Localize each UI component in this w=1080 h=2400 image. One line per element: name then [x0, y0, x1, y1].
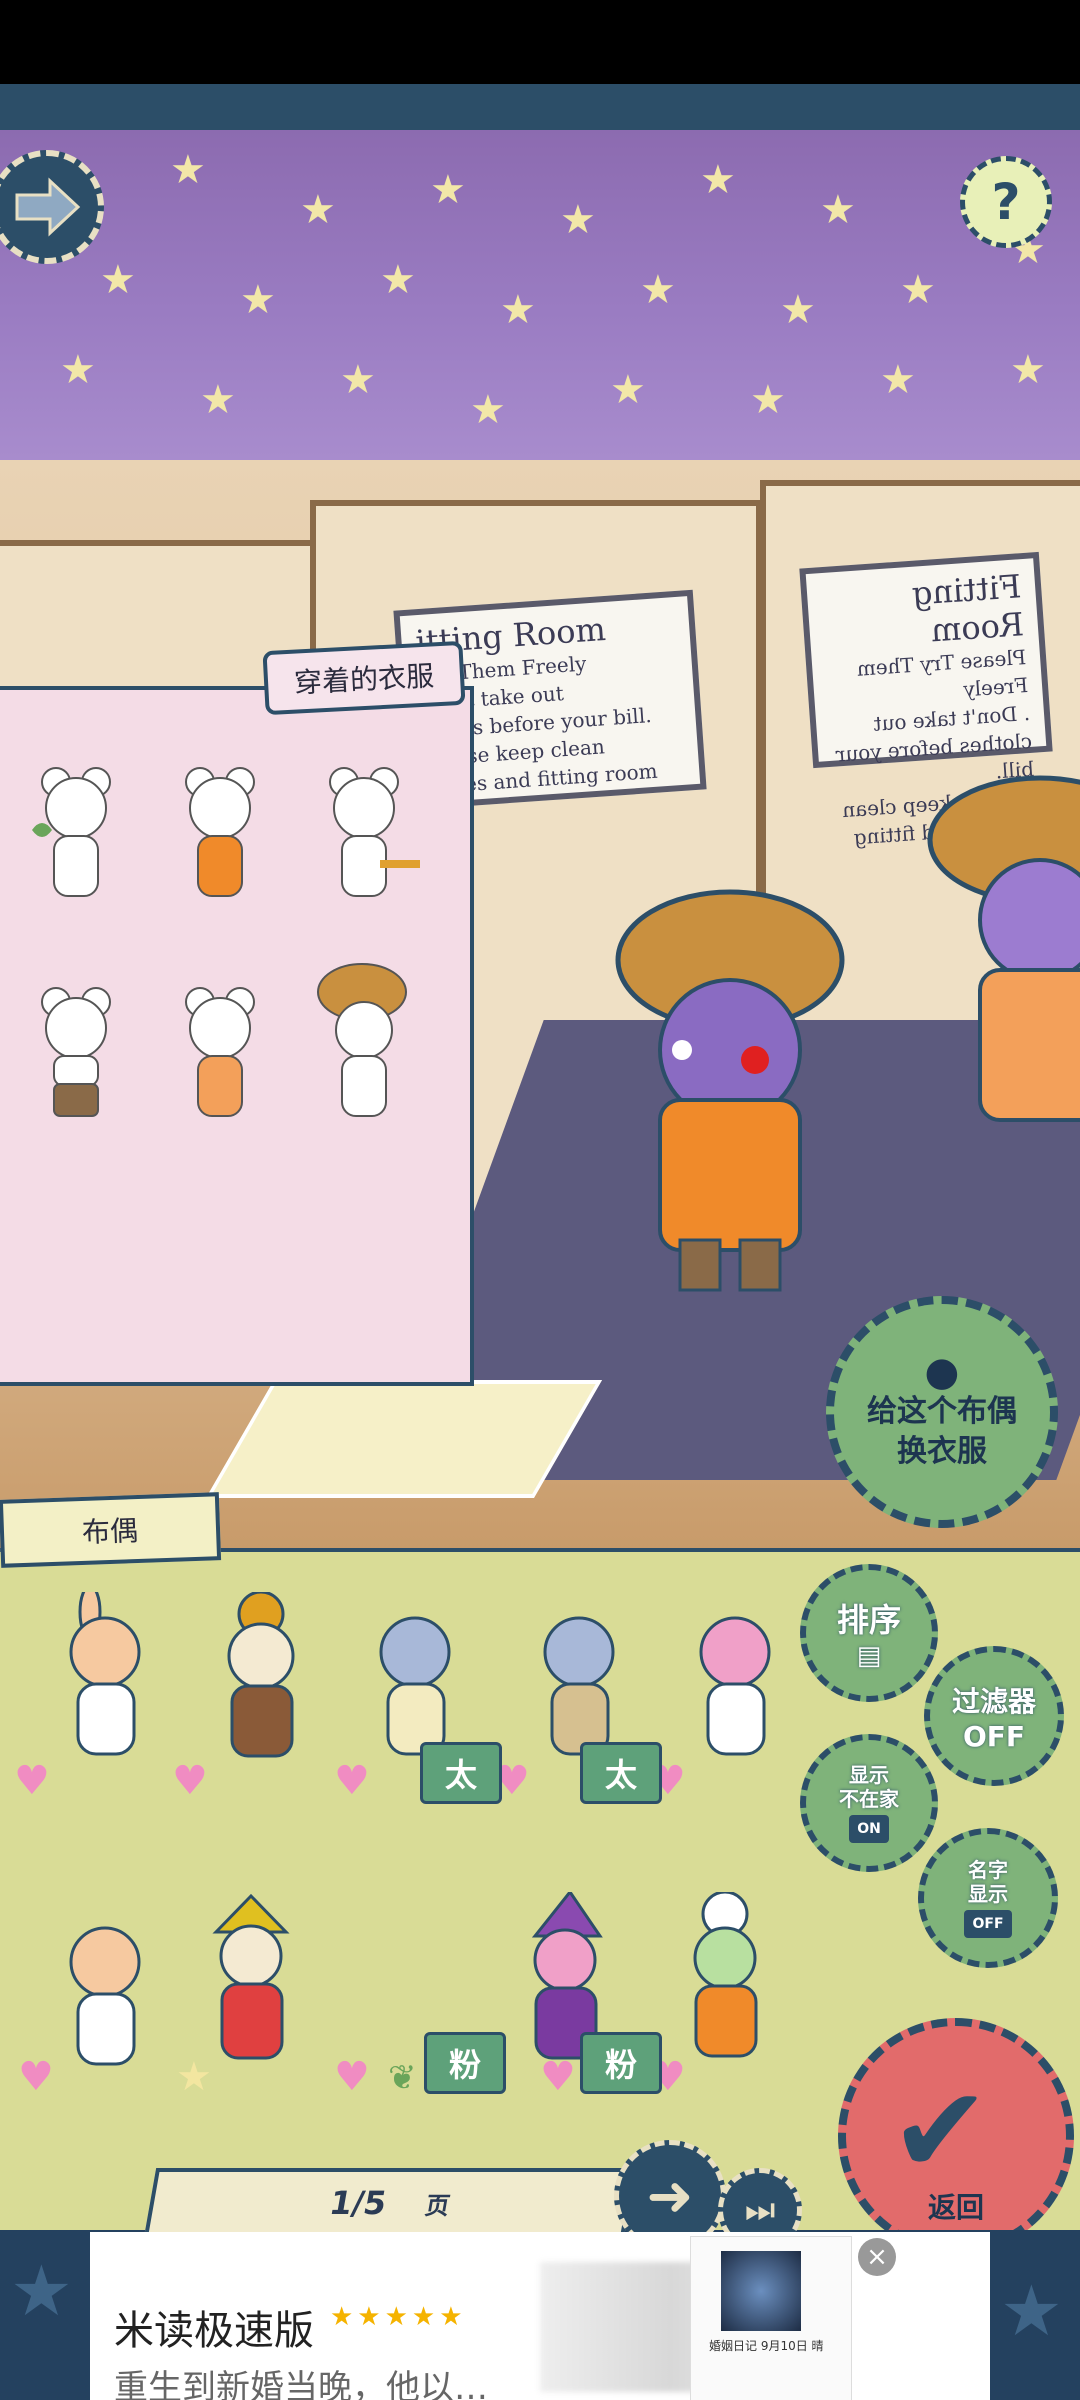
top-border [0, 84, 1080, 134]
sort-icon: ▤ [856, 1641, 882, 1671]
heart-icon: ♥ [172, 1758, 208, 1804]
selected-doll-character [615, 889, 845, 1292]
ad-book-title: 婚姻日记 9月10日 晴 [709, 2339, 824, 2353]
bear-head-icon: ● [924, 1349, 960, 1395]
pagination-bar: 1/5 页 [143, 2168, 637, 2238]
clothing-item-pants[interactable] [26, 980, 122, 1130]
bear-mannequin-icon [185, 987, 255, 1117]
change-clothes-label-line1: 给这个布偶 [867, 1394, 1017, 1429]
ad-close-button[interactable]: × [858, 2238, 896, 2276]
fast-forward-icon: ⏭ [744, 2190, 776, 2230]
doll-fox[interactable] [40, 1902, 170, 2102]
heart-icon: ♥ [334, 2054, 370, 2100]
clothing-item-leaf[interactable] [26, 760, 122, 910]
clothing-item-hat[interactable] [314, 960, 410, 1117]
star-decoration: ★ [380, 257, 416, 303]
mirror-reflection-doll [927, 775, 1080, 1122]
checkmark-icon: ✔ [890, 2062, 991, 2201]
floor-mat [205, 1380, 603, 1498]
close-icon: × [866, 2242, 888, 2272]
filter-button[interactable]: 过滤器 OFF [924, 1646, 1064, 1786]
doll-bunny[interactable] [40, 1592, 170, 1792]
worn-clothes-panel [0, 686, 474, 1386]
heart-icon: ♥ [14, 1758, 50, 1804]
doll-pink-bear[interactable] [670, 1592, 800, 1792]
help-button[interactable]: ? [960, 156, 1052, 248]
ad-book-cover: 婚姻日记 9月10日 晴 [690, 2236, 852, 2400]
star-decoration: ★ [200, 377, 236, 423]
star-decoration: ★ [240, 277, 276, 323]
star-decoration: ★ [560, 197, 596, 243]
arrow-right-icon [15, 177, 81, 237]
doll-sunflower[interactable] [196, 1592, 326, 1792]
star-decoration: ★ [780, 287, 816, 333]
change-clothes-label-line2: 换衣服 [897, 1434, 987, 1469]
bear-mannequin-icon [32, 767, 111, 897]
star-decoration: ★ [820, 187, 856, 233]
star-decoration: ★ [900, 267, 936, 313]
star-decoration: ★ [500, 287, 536, 333]
ring-image [721, 2251, 801, 2331]
leaf-icon: ❦ [388, 2058, 417, 2098]
star-decoration: ★ [700, 157, 736, 203]
page-unit: 页 [423, 2191, 453, 2220]
confirm-return-button[interactable]: ✔ 返回 [838, 2018, 1074, 2254]
worn-clothes-tab: 穿着的衣服 [262, 640, 466, 716]
star-decoration: ★ [610, 367, 646, 413]
star-decoration: ★ [100, 257, 136, 303]
show-absent-label: 显示 不在家 [839, 1763, 899, 1811]
star-decoration: ★ [880, 357, 916, 403]
clothing-item-shirt[interactable] [170, 980, 266, 1130]
star-decoration: ★ [1010, 347, 1046, 393]
sort-label: 排序 [836, 1601, 901, 1639]
help-icon: ? [991, 173, 1021, 231]
star-decoration: ★ [10, 2250, 73, 2332]
star-decoration: ★ [750, 377, 786, 423]
clothing-item-tail[interactable] [314, 760, 420, 910]
ad-banner[interactable]: 米读极速版 ★★★★★ 重生到新婚当晚，他以… 婚姻日记 9月10日 晴 [90, 2232, 990, 2400]
ad-subtitle: 重生到新婚当晚，他以… [114, 2368, 488, 2400]
bear-mannequin-icon [185, 767, 255, 897]
status-bar [0, 0, 1080, 84]
show-name-toggle[interactable]: 名字 显示 OFF [918, 1828, 1058, 1968]
clothing-item-orange-vest[interactable] [170, 760, 266, 910]
bear-mannequin-icon [41, 987, 111, 1117]
ad-title: 米读极速版 [114, 2308, 314, 2354]
change-clothes-button[interactable]: ● 给这个布偶 换衣服 [826, 1296, 1058, 1528]
page-indicator: 1/5 [326, 2184, 390, 2222]
star-decoration: ★ [430, 167, 466, 213]
show-name-state: OFF [964, 1910, 1012, 1938]
star-decoration: ★ [470, 387, 506, 433]
heart-icon: ♥ [334, 1758, 370, 1804]
house-tag: 太 [420, 1742, 502, 1804]
sign-right-line1: Fitting Room [910, 567, 1026, 650]
filter-label: 过滤器 [951, 1684, 1036, 1718]
ad-rating-stars: ★★★★★ [330, 2302, 467, 2332]
star-decoration: ★ [340, 357, 376, 403]
heart-icon: ♥ [540, 2054, 576, 2100]
star-decoration: ★ [300, 187, 336, 233]
heart-icon: ♥ [18, 2054, 54, 2100]
show-absent-toggle[interactable]: 显示 不在家 ON [800, 1734, 938, 1872]
bear-mannequin-icon [317, 963, 407, 1117]
star-decoration: ★ [170, 147, 206, 193]
show-absent-state: ON [849, 1815, 889, 1843]
bear-mannequin-icon [329, 767, 420, 897]
house-tag: 粉 [580, 2032, 662, 2094]
filter-state: OFF [962, 1719, 1026, 1753]
star-decoration: ★ [640, 267, 676, 313]
star-decoration: ★ [1000, 2270, 1063, 2352]
show-name-label: 名字 显示 [968, 1858, 1008, 1906]
star-sky-background: ★ ★ ★ ★ ★ ★ ★ ★ ★ ★ ★ ★ ★ ★ ★ ★ ★ ★ ★ ★ … [0, 130, 1080, 460]
star-badge-icon: ★ [176, 2054, 212, 2100]
star-decoration: ★ [60, 347, 96, 393]
fitting-room-sign-right: Fitting Room Please Try Them Freely . Do… [799, 551, 1053, 868]
house-tag: 太 [580, 1742, 662, 1804]
sort-button[interactable]: 排序 ▤ [800, 1564, 938, 1702]
dolls-tab: 布偶 [0, 1492, 222, 1568]
arrow-right-icon: ➜ [646, 2163, 694, 2229]
house-tag: 粉 [424, 2032, 506, 2094]
